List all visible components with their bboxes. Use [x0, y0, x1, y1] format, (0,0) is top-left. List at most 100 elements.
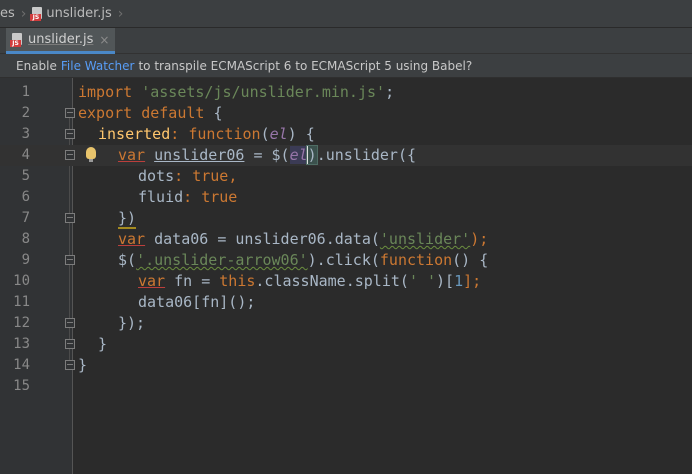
breadcrumb-separator-icon: ›	[117, 5, 124, 22]
code-token: }	[98, 335, 108, 353]
code-editor[interactable]: 1 import 'assets/js/unslider.min.js'; 2 …	[0, 78, 692, 474]
code-line-9[interactable]: 9 $('.unslider-arrow06').click(function(…	[0, 250, 692, 271]
fold-toggle-icon[interactable]	[65, 108, 75, 118]
code-token: fn =	[165, 272, 220, 290]
lightbulb-icon[interactable]	[86, 147, 96, 162]
method-name-token: inserted	[98, 125, 171, 143]
text-caret: )	[305, 145, 318, 165]
breadcrumb-parent-label[interactable]: es	[0, 6, 15, 21]
parameter-token: el	[289, 146, 308, 164]
line-code[interactable]: export default {	[78, 103, 223, 124]
line-code[interactable]: var fn = this.className.split(' ')[1];	[138, 271, 481, 292]
code-token: data06[fn]();	[138, 293, 256, 311]
code-line-12[interactable]: 12 });	[0, 313, 692, 334]
fold-toggle-icon[interactable]	[65, 150, 75, 160]
code-line-7[interactable]: 7 })	[0, 208, 692, 229]
fold-end-icon[interactable]	[65, 318, 75, 328]
line-code[interactable]: }	[78, 355, 87, 376]
code-token: .className.split(	[255, 272, 409, 290]
punctuation-token: ) {	[287, 125, 315, 143]
line-number: 12	[13, 315, 30, 331]
keyword-token: var	[138, 272, 166, 290]
line-code[interactable]: }	[98, 334, 107, 355]
keyword-token: true	[192, 167, 229, 185]
code-line-13[interactable]: 13 }	[0, 334, 692, 355]
js-badge: JS	[10, 39, 21, 47]
line-code[interactable]: import 'assets/js/unslider.min.js';	[78, 82, 394, 103]
line-code[interactable]: inserted: function(el) {	[98, 124, 315, 145]
tab-label[interactable]: unslider.js	[28, 32, 93, 47]
string-token: '.unslider-arrow06'	[136, 251, 308, 269]
line-number: 8	[21, 231, 30, 247]
fold-end-icon[interactable]	[65, 213, 75, 223]
line-code[interactable]: var unslider06 = $(el).unslider({	[118, 145, 416, 166]
breadcrumb-parent[interactable]: es	[0, 0, 15, 27]
line-number: 6	[21, 189, 30, 205]
js-badge: JS	[30, 13, 42, 21]
code-token: $(	[118, 251, 137, 269]
line-code[interactable]: fluid: true	[138, 187, 237, 208]
code-line-4[interactable]: 4 var unslider06 = $(el).unslider({	[0, 145, 692, 166]
line-code[interactable]: var data06 = unslider06.data('unslider')…	[118, 229, 488, 250]
line-code[interactable]: data06[fn]();	[138, 292, 255, 313]
line-number: 15	[13, 378, 30, 394]
fold-end-icon[interactable]	[65, 360, 75, 370]
line-number: 4	[21, 147, 30, 163]
keyword-token: export	[78, 104, 133, 122]
line-number: 2	[21, 105, 30, 121]
code-line-8[interactable]: 8 var data06 = unslider06.data('unslider…	[0, 229, 692, 250]
keyword-token: import	[78, 83, 133, 101]
keyword-token: true	[201, 188, 238, 206]
code-line-5[interactable]: 5 dots: true,	[0, 166, 692, 187]
code-line-3[interactable]: 3 inserted: function(el) {	[0, 124, 692, 145]
line-code[interactable]: dots: true,	[138, 166, 237, 187]
line-number: 14	[13, 357, 30, 373]
line-code[interactable]: });	[118, 313, 145, 334]
line-number: 10	[13, 273, 30, 289]
fold-toggle-icon[interactable]	[65, 255, 75, 265]
number-token: 1	[454, 272, 464, 290]
line-code[interactable]: })	[118, 208, 137, 229]
method-token: data	[334, 230, 371, 248]
breadcrumb-file[interactable]: JS unslider.js	[30, 0, 112, 27]
line-number: 9	[21, 252, 30, 268]
property-token: dots	[138, 167, 175, 185]
method-token: .unslider	[316, 146, 398, 164]
close-icon[interactable]: ×	[99, 33, 109, 47]
navigation-breadcrumb: es › JS unslider.js ›	[0, 0, 692, 28]
brace-token: {	[213, 104, 223, 122]
punctuation-token: );	[470, 230, 489, 248]
punctuation-token: () {	[452, 251, 489, 269]
punctuation-token: })	[118, 209, 137, 229]
breadcrumb-separator-icon: ›	[20, 5, 27, 22]
keyword-token: var	[118, 146, 146, 164]
file-watcher-link[interactable]: File Watcher	[61, 59, 135, 73]
line-code[interactable]: $('.unslider-arrow06').click(function() …	[118, 250, 488, 271]
line-number: 13	[13, 336, 30, 352]
string-token: 'unslider'	[379, 230, 471, 248]
code-line-15[interactable]: 15	[0, 376, 692, 397]
punctuation-token: ];	[463, 272, 482, 290]
string-token: 'assets/js/unslider.min.js'	[141, 83, 386, 101]
editor-tab-bar: JS unslider.js ×	[0, 28, 692, 54]
code-line-10[interactable]: 10 var fn = this.className.split(' ')[1]…	[0, 271, 692, 292]
line-number: 3	[21, 126, 30, 142]
keyword-token: function	[379, 251, 453, 269]
code-line-14[interactable]: 14 }	[0, 355, 692, 376]
parameter-token: el	[269, 125, 288, 143]
colon-token: :	[170, 125, 180, 143]
code-line-6[interactable]: 6 fluid: true	[0, 187, 692, 208]
breadcrumb-file-label[interactable]: unslider.js	[46, 6, 111, 21]
file-watcher-notification: Enable File Watcher to transpile ECMAScr…	[0, 54, 692, 78]
keyword-token: var	[118, 230, 146, 248]
code-line-1[interactable]: 1 import 'assets/js/unslider.min.js';	[0, 82, 692, 103]
code-line-2[interactable]: 2 export default {	[0, 103, 692, 124]
method-token: click	[325, 251, 371, 269]
tab-unslider-js[interactable]: JS unslider.js ×	[6, 28, 116, 54]
fold-end-icon[interactable]	[65, 339, 75, 349]
line-number: 5	[21, 168, 30, 184]
line-number: 7	[21, 210, 30, 226]
variable-token: unslider06	[154, 146, 245, 164]
code-line-11[interactable]: 11 data06[fn]();	[0, 292, 692, 313]
fold-toggle-icon[interactable]	[65, 129, 75, 139]
